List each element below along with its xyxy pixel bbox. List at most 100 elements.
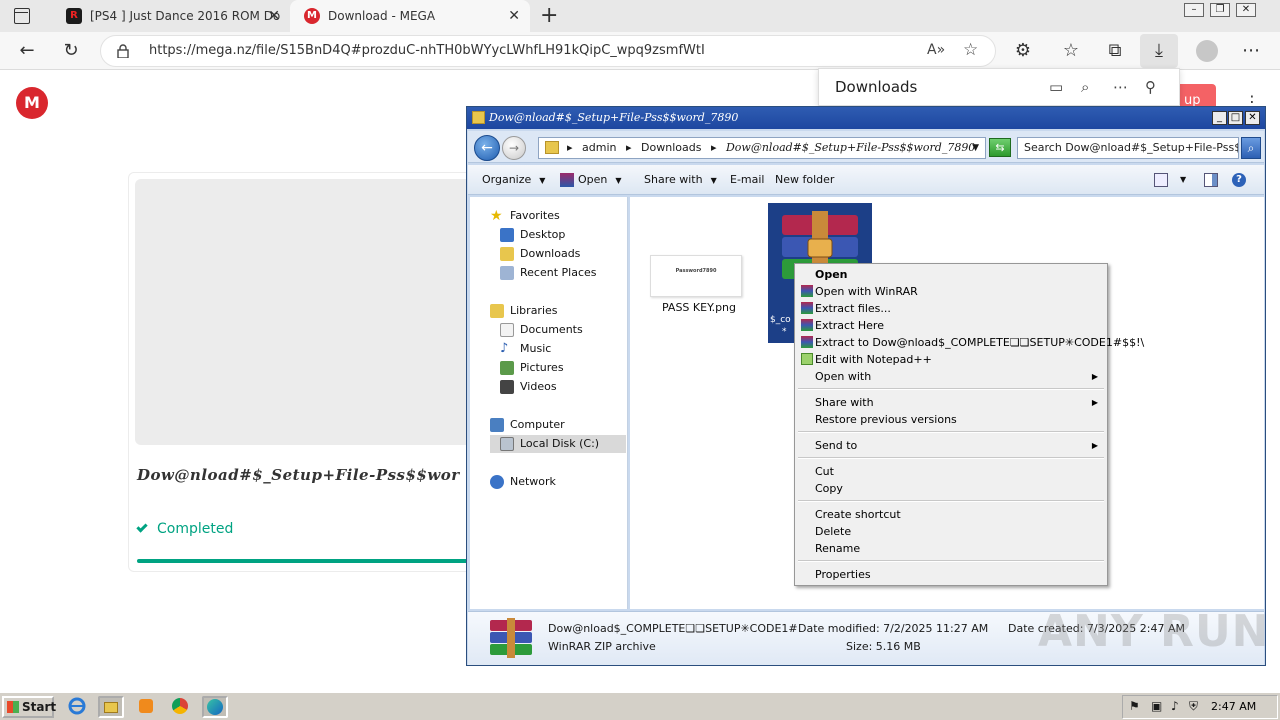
back-arrow-icon[interactable]: ← (474, 135, 500, 161)
taskbar-explorer-icon[interactable] (98, 696, 124, 718)
menu-item-open-with[interactable]: Open with ▶ (796, 368, 1106, 385)
png-thumbnail[interactable]: Password7890 (650, 255, 742, 297)
new-tab-button[interactable]: + (540, 2, 558, 30)
menu-item-create-shortcut[interactable]: Create shortcut (796, 506, 1106, 523)
explorer-search-input[interactable]: Search Dow@nload#$_Setup+File-Pss$... (1017, 137, 1239, 159)
menu-item-send-to[interactable]: Send to ▶ (796, 437, 1106, 454)
explorer-address-bar[interactable]: ▸ admin ▸ Downloads ▸ Dow@nload#$_Setup+… (538, 137, 986, 159)
minimize-button[interactable]: _ (1212, 111, 1227, 125)
explorer-title-bar: Dow@nload#$_Setup+File-Pss$$word_7890 _ … (467, 107, 1265, 129)
nav-computer[interactable]: Computer (490, 416, 565, 434)
menu-item-edit-notepad[interactable]: Edit with Notepad++ (796, 351, 1106, 368)
menu-item-delete[interactable]: Delete (796, 523, 1106, 540)
menu-item-extract-here[interactable]: Extract Here (796, 317, 1106, 334)
breadcrumb-current-folder[interactable]: Dow@nload#$_Setup+File-Pss$$word_7890 (726, 141, 975, 154)
view-dropdown-icon[interactable]: ▼ (1180, 165, 1186, 195)
menu-item-rename[interactable]: Rename (796, 540, 1106, 557)
menu-item-open[interactable]: Open (796, 266, 1106, 283)
taskbar-chrome-icon[interactable] (168, 696, 194, 718)
lock-icon (117, 44, 129, 58)
read-aloud-icon[interactable]: A» (927, 42, 945, 58)
minimize-button[interactable]: – (1184, 3, 1204, 17)
menu-item-copy[interactable]: Copy (796, 480, 1106, 497)
nav-recent-places[interactable]: Recent Places (500, 264, 597, 282)
close-tab-icon[interactable]: ✕ (268, 0, 280, 32)
search-icon[interactable]: ⌕ (1241, 137, 1261, 159)
breadcrumb-downloads[interactable]: Downloads (641, 141, 701, 154)
nav-local-disk[interactable]: Local Disk (C:) (490, 435, 626, 453)
extensions-icon[interactable]: ⚙ (1012, 40, 1034, 62)
breadcrumb: ▸ admin ▸ Downloads ▸ Dow@nload#$_Setup+… (567, 138, 985, 158)
maximize-button[interactable]: ❐ (1210, 3, 1230, 17)
menu-item-restore-versions[interactable]: Restore previous versions (796, 411, 1106, 428)
address-bar[interactable]: https://mega.nz/file/S15BnD4Q#prozduC-nh… (100, 35, 996, 67)
nav-pictures[interactable]: Pictures (500, 359, 564, 377)
download-icon[interactable]: ⤓ (1148, 40, 1170, 62)
nav-label: Network (510, 475, 556, 488)
network-tray-icon[interactable]: ▣ (1151, 699, 1162, 713)
start-button[interactable]: Start (2, 696, 56, 718)
network-icon (490, 475, 504, 489)
nav-downloads[interactable]: Downloads (500, 245, 580, 263)
nav-desktop[interactable]: Desktop (500, 226, 565, 244)
open-folder-icon[interactable]: ▭ (1049, 78, 1063, 96)
taskbar-ie-icon[interactable] (66, 696, 92, 718)
tab-just-dance[interactable]: R [PS4 ] Just Dance 2016 ROM Do ✕ (52, 0, 290, 32)
back-arrow-icon[interactable]: ← (16, 40, 38, 62)
address-dropdown-icon[interactable]: ▼ (972, 138, 979, 158)
forward-arrow-icon[interactable]: → (502, 136, 526, 160)
security-icon[interactable]: ⛨ (1189, 699, 1198, 714)
nav-documents[interactable]: Documents (500, 321, 583, 339)
menu-item-share-with[interactable]: Share with ▶ (796, 394, 1106, 411)
mega-logo[interactable]: M (16, 87, 48, 119)
breadcrumb-admin[interactable]: admin (582, 141, 616, 154)
menu-separator (798, 388, 1104, 390)
nav-network[interactable]: Network (490, 473, 556, 491)
collections-icon[interactable]: ⧉ (1104, 40, 1126, 62)
close-tab-icon[interactable]: ✕ (508, 0, 520, 32)
new-folder-button[interactable]: New folder (775, 165, 834, 195)
volume-icon[interactable]: ♪ (1171, 699, 1179, 713)
file-preview (135, 179, 485, 445)
nav-music[interactable]: ♪ Music (500, 340, 551, 358)
menu-item-properties[interactable]: Properties (796, 566, 1106, 583)
menu-item-extract-to[interactable]: Extract to Dow@nload$_COMPLETE❏❏SETUP✳CO… (796, 334, 1144, 351)
nav-libraries[interactable]: Libraries (490, 302, 558, 320)
file-name-png[interactable]: PASS KEY.png (662, 301, 736, 314)
add-favorite-icon[interactable]: ☆ (963, 40, 978, 60)
taskbar-media-player-icon[interactable] (134, 696, 160, 718)
open-label: Open (578, 173, 608, 186)
close-button[interactable]: ✕ (1245, 111, 1260, 125)
winrar-icon (801, 285, 813, 297)
menu-item-cut[interactable]: Cut (796, 463, 1106, 480)
maximize-button[interactable]: □ (1228, 111, 1243, 125)
refresh-icon[interactable]: ⇆ (989, 138, 1011, 157)
tab-actions-icon[interactable] (14, 8, 30, 24)
nav-videos[interactable]: Videos (500, 378, 557, 396)
refresh-icon[interactable]: ↻ (60, 40, 82, 62)
menu-item-extract-files[interactable]: Extract files... (796, 300, 1106, 317)
more-menu-icon[interactable]: ⋯ (1240, 40, 1262, 62)
clock[interactable]: 2:47 AM (1211, 696, 1256, 718)
pin-icon[interactable]: ⚲ (1145, 78, 1156, 96)
help-icon[interactable]: ? (1232, 173, 1246, 187)
preview-pane-icon[interactable] (1204, 173, 1218, 187)
nav-favorites[interactable]: ★ Favorites (490, 207, 560, 225)
taskbar-edge-icon[interactable] (202, 696, 228, 718)
tab-title: [PS4 ] Just Dance 2016 ROM Do (90, 9, 281, 23)
open-button[interactable]: Open ▼ (578, 165, 622, 196)
search-icon[interactable]: ⌕ (1081, 78, 1089, 96)
share-with-button[interactable]: Share with ▼ (644, 165, 717, 196)
taskbar: Start ⚑ ▣ ♪ ⛨ 2:47 AM (0, 692, 1280, 720)
profile-avatar[interactable] (1196, 40, 1218, 62)
more-options-icon[interactable]: ⋯ (1113, 78, 1128, 96)
view-options-icon[interactable] (1154, 173, 1168, 187)
organize-button[interactable]: Organize ▼ (482, 165, 545, 196)
email-button[interactable]: E-mail (730, 165, 765, 195)
detail-date-modified: Date modified: 7/2/2025 11:27 AM (798, 622, 989, 635)
favorites-icon[interactable]: ☆ (1060, 40, 1082, 62)
flag-icon[interactable]: ⚑ (1129, 699, 1140, 713)
tab-mega-download[interactable]: M Download - MEGA ✕ (290, 0, 530, 32)
menu-item-open-with-winrar[interactable]: Open with WinRAR (796, 283, 1106, 300)
close-window-button[interactable]: ✕ (1236, 3, 1256, 17)
